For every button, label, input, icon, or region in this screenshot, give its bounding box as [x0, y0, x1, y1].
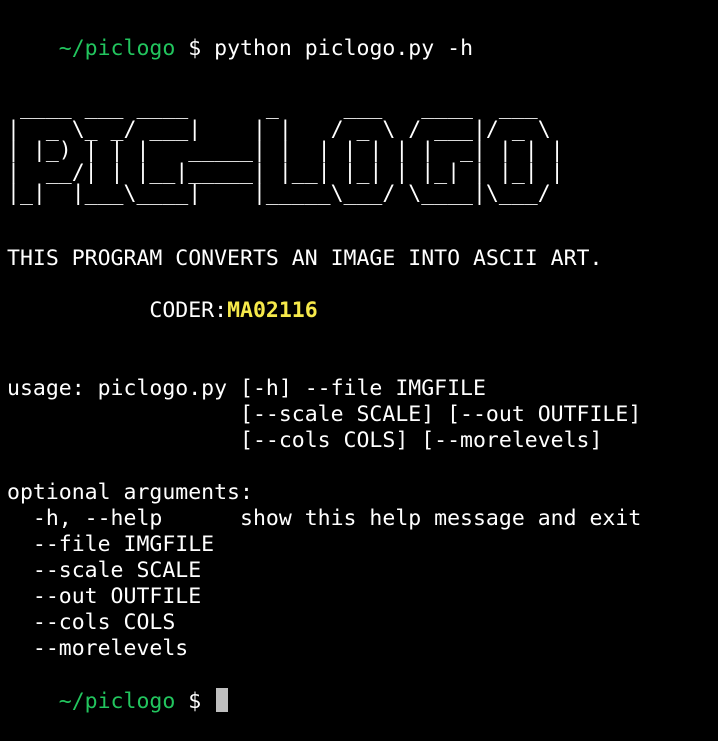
usage-line: [--cols COLS] [--morelevels] [7, 428, 603, 453]
text-cursor[interactable] [216, 688, 229, 712]
ascii-art-logo: ____ ___ ____ _ ___ ____ ___ | _ \_ _/ _… [7, 97, 564, 205]
argument-row: --out OUTFILE [7, 584, 202, 609]
coder-line: CODER:MA02116 [7, 298, 318, 324]
optional-arguments-header: optional arguments: [7, 480, 253, 505]
argument-row: --scale SCALE [7, 558, 202, 583]
entered-command: python piclogo.py -h [214, 36, 474, 61]
coder-label: CODER: [149, 298, 228, 323]
program-description: THIS PROGRAM CONVERTS AN IMAGE INTO ASCI… [7, 246, 603, 271]
terminal-window[interactable]: ~/piclogo $ python piclogo.py -h ____ __… [0, 0, 718, 733]
usage-line: usage: piclogo.py [-h] --file IMGFILE [7, 376, 486, 401]
prompt-symbol: $ [188, 689, 202, 714]
usage-line: [--scale SCALE] [--out OUTFILE] [7, 402, 642, 427]
prompt-path: ~/piclogo [58, 36, 176, 61]
argument-row: --cols COLS [7, 610, 176, 635]
prompt-symbol: $ [188, 36, 202, 61]
argument-row: -h, --help show this help message and ex… [7, 506, 642, 531]
argument-row: --morelevels [7, 636, 189, 661]
ascii-art-line: |_| |___\____| |_____\___/ \____|\___/ [7, 181, 564, 206]
coder-name: MA02116 [227, 298, 318, 323]
current-prompt-line[interactable]: ~/piclogo $ [7, 662, 229, 714]
argument-row: --file IMGFILE [7, 532, 215, 557]
command-line: ~/piclogo $ python piclogo.py -h [7, 10, 473, 61]
prompt-path: ~/piclogo [58, 689, 176, 714]
